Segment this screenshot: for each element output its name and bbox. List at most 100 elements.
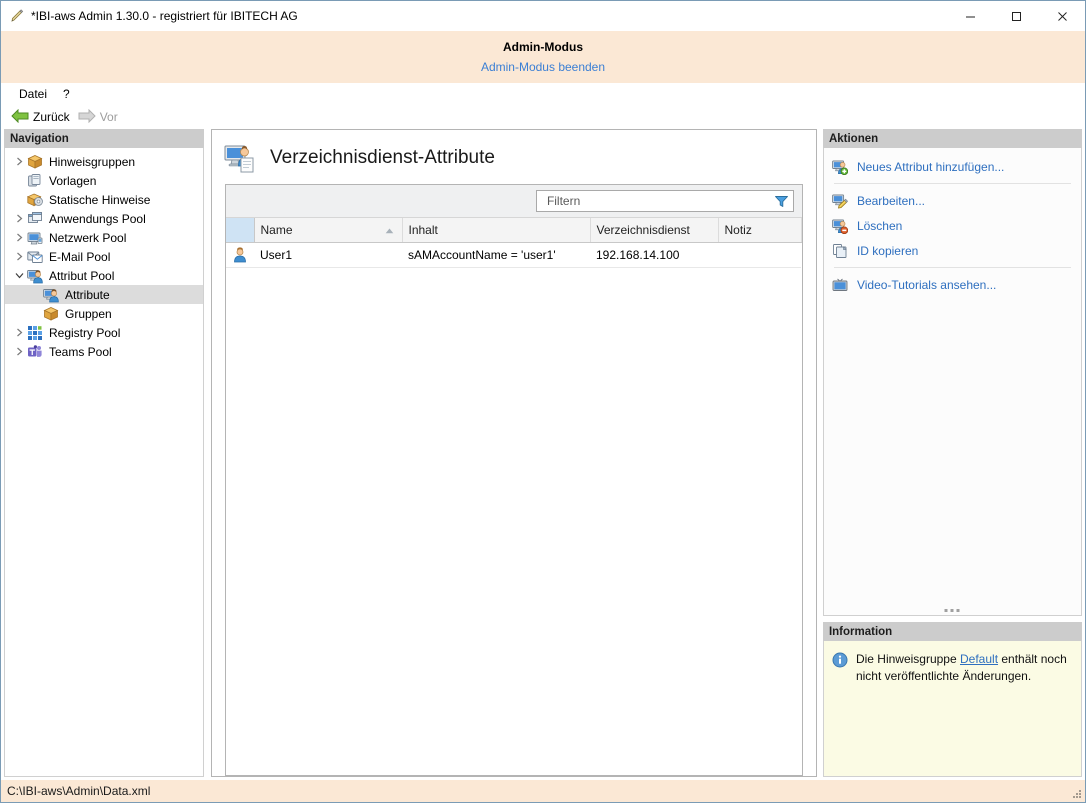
copy-icon bbox=[832, 243, 848, 259]
chevron-right-icon[interactable] bbox=[11, 344, 27, 360]
column-header-verzeichnisdienst[interactable]: Verzeichnisdienst bbox=[590, 218, 719, 243]
funnel-icon[interactable] bbox=[774, 194, 789, 209]
navigation-pane-header: Navigation bbox=[4, 129, 204, 148]
actions-pane-header: Aktionen bbox=[822, 129, 1082, 148]
column-header-icon[interactable] bbox=[226, 218, 255, 243]
action-label: Löschen bbox=[856, 218, 903, 233]
exit-admin-mode-link[interactable]: Admin-Modus beenden bbox=[481, 58, 605, 76]
resize-grip[interactable] bbox=[1070, 787, 1082, 799]
action-label: Neues Attribut hinzufügen... bbox=[856, 159, 1005, 174]
actions-section: Aktionen Neues Attribut hinzufügen... Bea… bbox=[822, 129, 1082, 616]
sidebar-item-statische-hinweise[interactable]: Statische Hinweise bbox=[5, 190, 203, 209]
actions-pane: Aktionen Neues Attribut hinzufügen... Bea… bbox=[822, 129, 1085, 780]
window-controls bbox=[947, 1, 1085, 31]
column-header-label: Inhalt bbox=[408, 222, 438, 237]
sidebar-item-label: Vorlagen bbox=[49, 173, 97, 188]
monitor-delete-icon bbox=[832, 218, 848, 234]
sidebar-item-vorlagen[interactable]: Vorlagen bbox=[5, 171, 203, 190]
mail-icon bbox=[27, 249, 43, 265]
filter-field[interactable] bbox=[535, 190, 794, 212]
chevron-right-icon[interactable] bbox=[11, 325, 27, 341]
search-input[interactable] bbox=[544, 193, 774, 209]
column-header-inhalt[interactable]: Inhalt bbox=[402, 218, 591, 243]
close-button[interactable] bbox=[1039, 1, 1085, 31]
information-pane-header: Information bbox=[822, 622, 1082, 641]
sidebar-item-registry-pool[interactable]: Registry Pool bbox=[5, 323, 203, 342]
action-label: Video-Tutorials ansehen... bbox=[856, 277, 997, 292]
monitor-edit-icon bbox=[832, 193, 848, 209]
information-link[interactable]: Default bbox=[960, 652, 998, 666]
sidebar-item-hinweisgruppen[interactable]: Hinweisgruppen bbox=[5, 152, 203, 171]
monitor-user-icon bbox=[27, 268, 43, 284]
menu-item-help[interactable]: ? bbox=[55, 85, 78, 103]
window-title: *IBI-aws Admin 1.30.0 - registriert für … bbox=[31, 9, 298, 23]
navigation-toolbar: Zurück Vor bbox=[1, 105, 1085, 129]
sidebar-item-teams-pool[interactable]: Teams Pool bbox=[5, 342, 203, 361]
table-row[interactable]: User1 sAMAccountName = 'user1' 192.168.14.… bbox=[226, 242, 802, 268]
chevron-down-icon[interactable] bbox=[11, 268, 27, 284]
chevron-right-icon[interactable] bbox=[11, 249, 27, 265]
monitor-user-doc-icon bbox=[224, 142, 256, 174]
splitter-grip[interactable] bbox=[944, 609, 960, 612]
package-icon bbox=[43, 306, 59, 322]
table-header-row: Name Inhalt Verzeichnisdienst Notiz bbox=[226, 218, 802, 243]
page-title: Verzeichnisdienst-Attribute bbox=[270, 147, 495, 168]
sidebar-item-label: Teams Pool bbox=[49, 344, 112, 359]
navigation-pane: Navigation Hinweisgruppen Vorlagen Statisc… bbox=[1, 129, 205, 780]
cell-name: User1 bbox=[254, 242, 402, 268]
info-icon bbox=[832, 652, 848, 668]
column-header-label: Notiz bbox=[724, 222, 752, 237]
admin-mode-title: Admin-Modus bbox=[503, 39, 583, 54]
action-l-schen[interactable]: Löschen bbox=[824, 213, 1081, 238]
content-header: Verzeichnisdienst-Attribute bbox=[212, 130, 816, 184]
sidebar-item-gruppen[interactable]: Gruppen bbox=[5, 304, 203, 323]
cell-notiz bbox=[718, 242, 802, 268]
title-bar: *IBI-aws Admin 1.30.0 - registriert für … bbox=[1, 1, 1085, 31]
actions-separator bbox=[833, 267, 1071, 268]
data-grid: Name Inhalt Verzeichnisdienst Notiz User1sA… bbox=[225, 184, 803, 776]
column-header-notiz[interactable]: Notiz bbox=[718, 218, 802, 243]
menu-item-datei[interactable]: Datei bbox=[11, 85, 55, 103]
chevron-right-icon[interactable] bbox=[11, 211, 27, 227]
sidebar-item-e-mail-pool[interactable]: E-Mail Pool bbox=[5, 247, 203, 266]
content-pane: Verzeichnisdienst-Attribute Filtern Name… bbox=[205, 129, 823, 780]
forward-button-label: Vor bbox=[99, 110, 118, 124]
action-neues-attribut-hinzuf-gen[interactable]: Neues Attribut hinzufügen... bbox=[824, 154, 1081, 179]
cell-verzeichnisdienst: 192.168.14.100 bbox=[590, 242, 718, 268]
sidebar-item-netzwerk-pool[interactable]: Netzwerk Pool bbox=[5, 228, 203, 247]
sidebar-item-label: Statische Hinweise bbox=[49, 192, 151, 207]
tv-icon bbox=[832, 277, 848, 293]
sidebar-item-attribute[interactable]: Attribute bbox=[5, 285, 203, 304]
package-icon bbox=[27, 154, 43, 170]
information-section: Information Die Hinweisgruppe Default en… bbox=[822, 622, 1082, 777]
actions-separator bbox=[833, 183, 1071, 184]
information-text: Die Hinweisgruppe Default enthält noch n… bbox=[856, 651, 1071, 685]
chevron-right-icon[interactable] bbox=[11, 154, 27, 170]
registry-grid-icon bbox=[27, 325, 43, 341]
column-header-name[interactable]: Name bbox=[254, 218, 403, 243]
attributes-table: Name Inhalt Verzeichnisdienst Notiz User1 sA… bbox=[226, 218, 802, 268]
information-box: Die Hinweisgruppe Default enthält noch n… bbox=[822, 641, 1082, 777]
sidebar-item-attribut-pool[interactable]: Attribut Pool bbox=[5, 266, 203, 285]
sidebar-item-label: Netzwerk Pool bbox=[49, 230, 127, 245]
sidebar-item-label: Hinweisgruppen bbox=[49, 154, 136, 169]
minimize-button[interactable] bbox=[947, 1, 993, 31]
maximize-button[interactable] bbox=[993, 1, 1039, 31]
sidebar-item-label: Registry Pool bbox=[49, 325, 121, 340]
arrow-right-icon bbox=[78, 108, 96, 126]
sidebar-item-label: E-Mail Pool bbox=[49, 249, 111, 264]
action-bearbeiten[interactable]: Bearbeiten... bbox=[824, 188, 1081, 213]
navigation-tree[interactable]: Hinweisgruppen Vorlagen Statische Hinweise… bbox=[4, 148, 204, 777]
menu-bar: Datei ? bbox=[1, 83, 1085, 105]
chevron-right-icon[interactable] bbox=[11, 230, 27, 246]
sidebar-item-anwendungs-pool[interactable]: Anwendungs Pool bbox=[5, 209, 203, 228]
column-header-label: Name bbox=[260, 222, 293, 237]
app-icon bbox=[9, 8, 25, 24]
column-header-label: Verzeichnisdienst bbox=[596, 222, 690, 237]
action-video-tutorials-ansehen[interactable]: Video-Tutorials ansehen... bbox=[824, 272, 1081, 297]
action-id-kopieren[interactable]: ID kopieren bbox=[824, 238, 1081, 263]
back-button[interactable]: Zurück bbox=[9, 108, 76, 127]
